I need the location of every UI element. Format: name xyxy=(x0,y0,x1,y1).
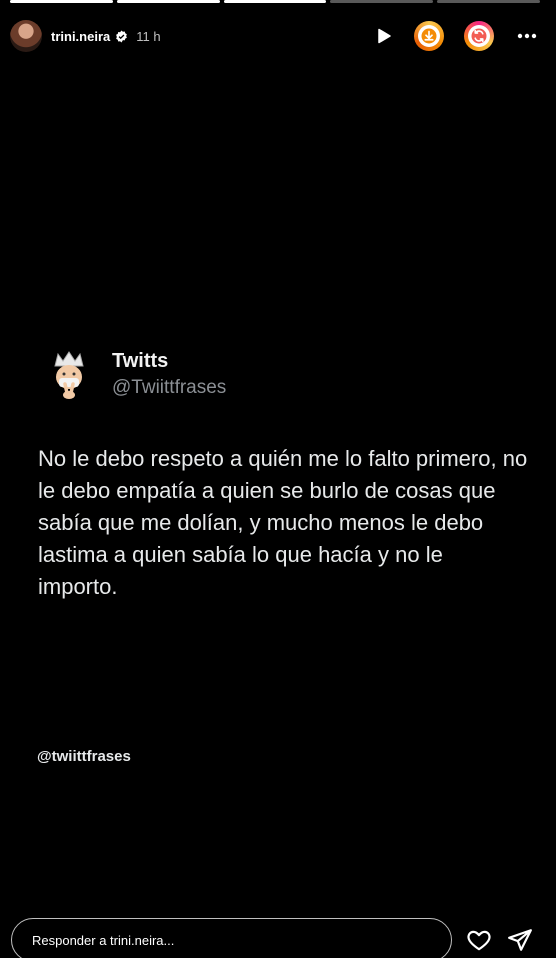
author-username[interactable]: trini.neira xyxy=(51,29,110,44)
progress-segment xyxy=(223,0,327,3)
story-progress-bar xyxy=(10,0,540,3)
tweet-author-handle: @Twiittfrases xyxy=(112,376,227,398)
tweet-header: Twitts @Twiittfrases xyxy=(40,345,226,403)
progress-segment xyxy=(437,0,540,3)
story-header: trini.neira 11 h xyxy=(10,18,540,54)
author-avatar[interactable] xyxy=(10,20,42,52)
more-icon[interactable] xyxy=(514,23,540,49)
heart-icon[interactable] xyxy=(466,927,492,953)
crowned-face-icon xyxy=(54,351,84,399)
tweet-text: No le debo respeto a quién me lo falto p… xyxy=(38,446,528,599)
play-icon[interactable] xyxy=(373,25,395,47)
reply-placeholder: Responder a trini.neira... xyxy=(32,932,175,948)
tweet-author-name: Twitts xyxy=(112,349,169,372)
watermark-handle: @twiittfrases xyxy=(37,748,131,765)
send-icon[interactable] xyxy=(507,927,533,953)
reply-input[interactable]: Responder a trini.neira... xyxy=(11,918,452,958)
post-time: 11 h xyxy=(136,28,161,44)
sync-icon[interactable] xyxy=(464,21,494,51)
progress-segment xyxy=(116,0,220,3)
story-actions xyxy=(373,21,540,51)
verified-badge-icon xyxy=(116,30,128,42)
download-icon[interactable] xyxy=(414,21,444,51)
tweet-avatar xyxy=(40,345,98,403)
progress-segment xyxy=(10,0,113,3)
progress-segment xyxy=(330,0,434,3)
